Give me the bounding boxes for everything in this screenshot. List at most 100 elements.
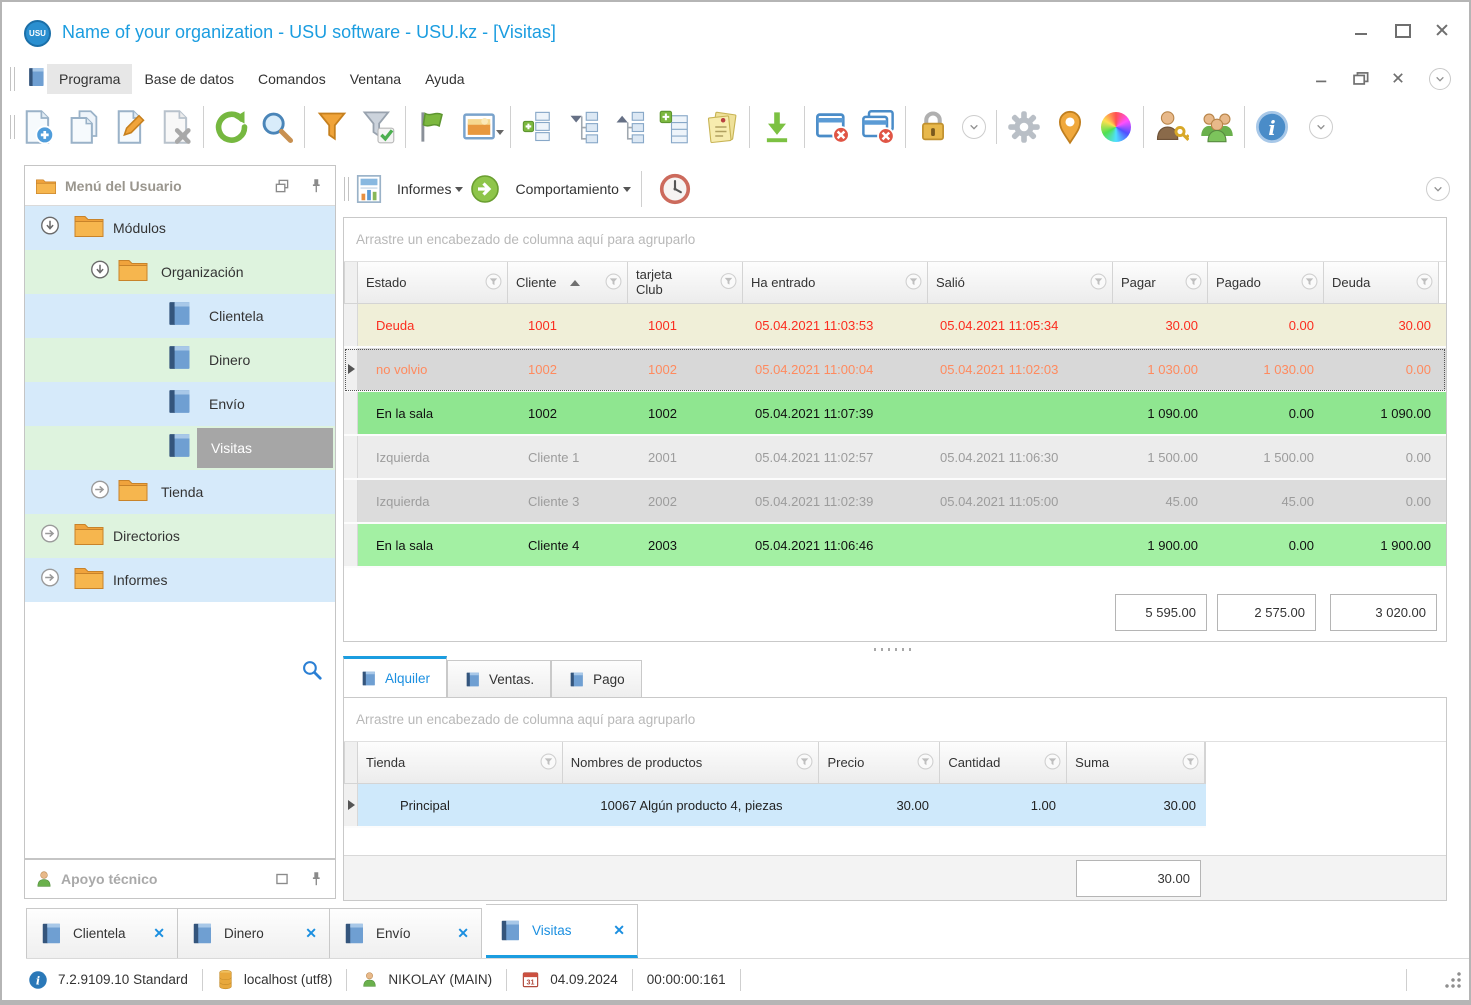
tree-node-organizacion[interactable]: Organización bbox=[25, 250, 335, 294]
behavior-menu-button[interactable]: Comportamiento bbox=[515, 181, 619, 197]
mdi-close-button[interactable] bbox=[1390, 71, 1405, 85]
column-header-pagar[interactable]: Pagar bbox=[1113, 262, 1208, 303]
refresh-icon[interactable] bbox=[208, 103, 254, 151]
visit-row[interactable]: En la sala Cliente 4 2003 05.04.2021 11:06:… bbox=[344, 524, 1446, 568]
clock-icon[interactable] bbox=[652, 165, 698, 213]
column-header-ha-entrado[interactable]: Ha entrado bbox=[743, 262, 928, 303]
toolbar-overflow-chevron[interactable] bbox=[1309, 115, 1333, 139]
filter-funnel-icon[interactable] bbox=[540, 753, 557, 773]
view-toolbar-overflow-chevron[interactable] bbox=[1426, 177, 1450, 201]
search-icon[interactable] bbox=[254, 103, 300, 151]
new-document-icon[interactable] bbox=[15, 103, 61, 151]
expand-tree-icon[interactable] bbox=[607, 103, 653, 151]
tree-node-tienda[interactable]: Tienda bbox=[25, 470, 335, 514]
tree-node-informes[interactable]: Informes bbox=[25, 558, 335, 602]
tab-ventas[interactable]: Ventas. bbox=[447, 660, 552, 697]
reports-dropdown-caret[interactable] bbox=[455, 186, 464, 196]
tree-node-directorios[interactable]: Directorios bbox=[25, 514, 335, 558]
notes-icon[interactable] bbox=[699, 103, 745, 151]
tab-alquiler[interactable]: Alquiler bbox=[343, 656, 448, 697]
collapse-tree-icon[interactable] bbox=[561, 103, 607, 151]
filter-funnel-icon[interactable] bbox=[1044, 753, 1061, 773]
tree-node-clientela[interactable]: Clientela bbox=[25, 294, 335, 338]
column-header-precio[interactable]: Precio bbox=[819, 742, 941, 783]
close-window-icon[interactable] bbox=[809, 103, 855, 151]
tree-node-envio[interactable]: Envío bbox=[25, 382, 335, 426]
product-row-selected[interactable]: Principal 10067 Algún producto 4, piezas… bbox=[344, 784, 1206, 828]
menu-base-de-datos[interactable]: Base de datos bbox=[132, 64, 246, 94]
menu-programa[interactable]: Programa bbox=[47, 64, 133, 94]
visit-row[interactable]: En la sala 1002 1002 05.04.2021 11:07:39 1 0… bbox=[344, 392, 1446, 436]
info-icon[interactable]: i bbox=[1249, 103, 1295, 151]
mdi-restore-button[interactable] bbox=[1352, 71, 1369, 85]
visit-row-focused[interactable]: no volvio 1002 1002 05.04.2021 11:00:04 05.0… bbox=[344, 348, 1446, 392]
float-panel-icon[interactable] bbox=[273, 177, 291, 195]
close-button[interactable] bbox=[1433, 22, 1451, 38]
filter-funnel-icon[interactable] bbox=[1416, 273, 1433, 293]
column-header-cantidad[interactable]: Cantidad bbox=[940, 742, 1068, 783]
visit-row[interactable]: Izquierda Cliente 1 2001 05.04.2021 11:02:5… bbox=[344, 436, 1446, 480]
column-header-salio[interactable]: Salió bbox=[928, 262, 1113, 303]
column-header-estado[interactable]: Estado bbox=[358, 262, 508, 303]
filter-funnel-icon[interactable] bbox=[1090, 273, 1107, 293]
float-panel-icon[interactable] bbox=[273, 870, 291, 888]
reports-menu-button[interactable]: Informes bbox=[397, 181, 451, 197]
lock-icon[interactable] bbox=[910, 103, 956, 151]
filter-funnel-icon[interactable] bbox=[1185, 273, 1202, 293]
menu-comandos[interactable]: Comandos bbox=[246, 64, 338, 94]
close-tab-icon[interactable]: ✕ bbox=[305, 925, 317, 942]
collapse-node-icon[interactable] bbox=[89, 259, 111, 286]
support-panel[interactable]: Apoyo técnico bbox=[24, 859, 336, 899]
collapse-node-icon[interactable] bbox=[39, 215, 61, 242]
filter-funnel-icon[interactable] bbox=[1301, 273, 1318, 293]
export-download-icon[interactable] bbox=[754, 103, 800, 151]
column-header-pagado[interactable]: Pagado bbox=[1208, 262, 1324, 303]
column-header-nombres[interactable]: Nombres de productos bbox=[562, 742, 820, 783]
users-group-icon[interactable] bbox=[1194, 103, 1240, 151]
window-tab-visitas-active[interactable]: Visitas ✕ bbox=[486, 904, 638, 958]
toolbar-overflow-chevron[interactable] bbox=[962, 115, 986, 139]
filter-funnel-icon[interactable] bbox=[605, 273, 622, 293]
location-pin-icon[interactable] bbox=[1047, 103, 1093, 151]
pin-panel-icon[interactable] bbox=[307, 870, 325, 888]
user-permissions-icon[interactable] bbox=[1148, 103, 1194, 151]
expand-node-icon[interactable] bbox=[89, 479, 111, 506]
image-dropdown-caret[interactable] bbox=[496, 129, 504, 139]
color-scheme-icon[interactable] bbox=[1093, 103, 1139, 151]
group-by-drop-zone[interactable]: Arrastre un encabezado de columna aquí p… bbox=[344, 698, 1446, 742]
visit-row[interactable]: Izquierda Cliente 3 2002 05.04.2021 11:02:3… bbox=[344, 480, 1446, 524]
menu-ayuda[interactable]: Ayuda bbox=[413, 64, 476, 94]
image-icon[interactable] bbox=[456, 103, 502, 151]
tab-pago[interactable]: Pago bbox=[551, 660, 642, 697]
maximize-button[interactable] bbox=[1393, 22, 1411, 38]
column-header-suma[interactable]: Suma bbox=[1067, 742, 1206, 783]
window-tab-dinero[interactable]: Dinero ✕ bbox=[178, 908, 330, 958]
flag-icon[interactable] bbox=[410, 103, 456, 151]
grid-splitter-handle[interactable] bbox=[343, 643, 1447, 655]
add-row-icon[interactable] bbox=[653, 103, 699, 151]
filter-funnel-icon[interactable] bbox=[485, 273, 502, 293]
settings-gear-icon[interactable] bbox=[1001, 103, 1047, 151]
expand-node-icon[interactable] bbox=[39, 567, 61, 594]
tree-node-dinero[interactable]: Dinero bbox=[25, 338, 335, 382]
delete-document-icon[interactable] bbox=[153, 103, 199, 151]
column-header-tienda[interactable]: Tienda bbox=[357, 742, 563, 783]
mdi-minimize-button[interactable] bbox=[1314, 71, 1329, 85]
copy-document-icon[interactable] bbox=[61, 103, 107, 151]
menubar-options-chevron[interactable] bbox=[1429, 68, 1451, 90]
menu-ventana[interactable]: Ventana bbox=[338, 64, 413, 94]
group-by-drop-zone[interactable]: Arrastre un encabezado de columna aquí p… bbox=[344, 218, 1446, 262]
behavior-icon[interactable] bbox=[463, 165, 507, 213]
filter-funnel-icon[interactable] bbox=[720, 272, 737, 293]
filter-funnel-icon[interactable] bbox=[796, 753, 813, 773]
reports-icon[interactable] bbox=[349, 165, 389, 213]
close-tab-icon[interactable]: ✕ bbox=[457, 925, 469, 942]
filter-funnel-icon[interactable] bbox=[1182, 753, 1199, 773]
filter-funnel-icon[interactable] bbox=[905, 273, 922, 293]
tree-node-modulos[interactable]: Módulos bbox=[25, 206, 335, 250]
edit-document-icon[interactable] bbox=[107, 103, 153, 151]
minimize-button[interactable] bbox=[1353, 22, 1371, 38]
expand-levels-icon[interactable] bbox=[515, 103, 561, 151]
close-tab-icon[interactable]: ✕ bbox=[613, 922, 625, 939]
pin-panel-icon[interactable] bbox=[307, 177, 325, 195]
